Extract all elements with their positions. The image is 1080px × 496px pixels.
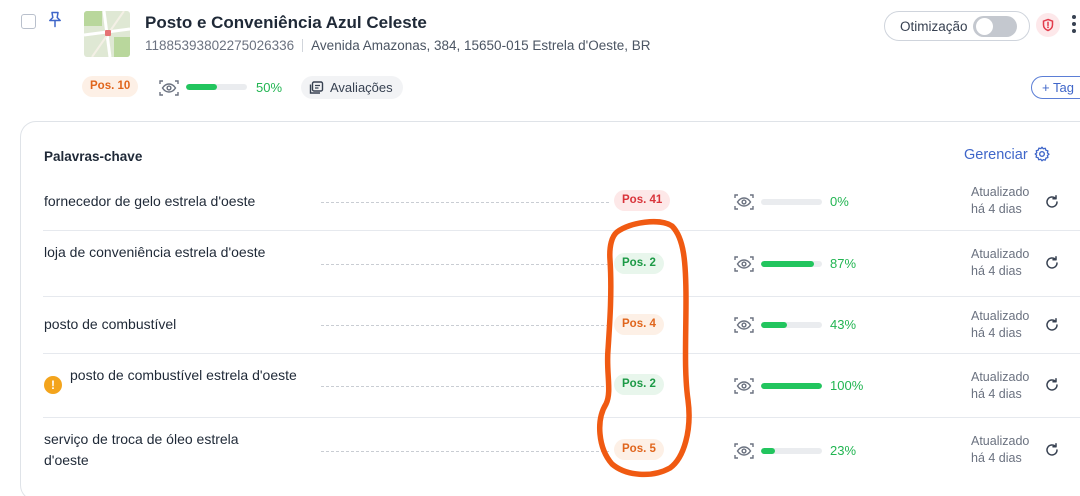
keyword-row: fornecedor de gelo estrela d'oeste Pos. … — [21, 184, 1080, 230]
reviews-icon — [309, 81, 324, 94]
manage-keywords-button[interactable]: Gerenciar — [964, 146, 1050, 163]
visibility-fill — [761, 261, 815, 267]
listing-visibility-fill — [186, 84, 217, 90]
shield-icon[interactable] — [1036, 13, 1060, 37]
listing-visibility-percent: 50% — [256, 80, 283, 95]
eye-icon — [159, 80, 179, 96]
position-badge: Pos. 2 — [614, 374, 664, 395]
eye-icon — [734, 443, 754, 459]
business-subline: 11885393802275026336 Avenida Amazonas, 38… — [145, 38, 650, 53]
updated-label: Atualizado — [971, 309, 1030, 323]
position-badge: Pos. 4 — [614, 314, 664, 335]
visibility-bar — [761, 383, 822, 389]
updated-time: há 4 dias — [971, 326, 1022, 340]
reviews-button[interactable]: Avaliações — [301, 76, 403, 99]
visibility-percent: 100% — [830, 378, 864, 393]
eye-icon — [734, 317, 754, 333]
dashed-connector — [321, 451, 609, 452]
position-badge: Pos. 2 — [614, 253, 664, 274]
business-title[interactable]: Posto e Conveniência Azul Celeste — [145, 13, 427, 33]
visibility-bar — [761, 199, 822, 205]
optimization-toggle-group[interactable]: Otimização — [884, 11, 1030, 41]
updated-label: Atualizado — [971, 434, 1030, 448]
eye-icon — [734, 378, 754, 394]
warning-icon[interactable]: ! — [44, 376, 62, 394]
keyword-row: loja de conveniência estrela d'oeste Pos… — [21, 231, 1080, 297]
listing-visibility-bar — [186, 84, 247, 90]
updated-status: Atualizado há 4 dias — [971, 369, 1029, 403]
gear-icon — [1034, 146, 1050, 162]
add-tag-button[interactable]: + Tag — [1031, 76, 1080, 99]
optimization-label: Otimização — [900, 19, 968, 34]
keyword-text: serviço de troca de óleo estrela d'oeste — [44, 431, 239, 468]
visibility-percent: 23% — [830, 443, 857, 458]
visibility-percent: 87% — [830, 256, 857, 271]
refresh-icon[interactable] — [1044, 317, 1060, 333]
updated-time: há 4 dias — [971, 202, 1022, 216]
keyword-row: serviço de troca de óleo estrela d'oeste… — [21, 418, 1080, 484]
business-address: Avenida Amazonas, 384, 15650-015 Estrela… — [311, 38, 651, 53]
updated-time: há 4 dias — [971, 387, 1022, 401]
eye-icon — [734, 256, 754, 272]
listing-position-badge: Pos. 10 — [82, 76, 139, 97]
visibility-bar — [761, 322, 822, 328]
keywords-title: Palavras-chave — [44, 149, 143, 164]
keyword-text: posto de combustível estrela d'oeste — [70, 367, 297, 383]
position-badge: Pos. 5 — [614, 439, 664, 460]
dashed-connector — [321, 325, 609, 326]
updated-status: Atualizado há 4 dias — [971, 308, 1029, 342]
dashed-connector — [321, 386, 609, 387]
keyword-text: loja de conveniência estrela d'oeste — [44, 244, 266, 260]
updated-time: há 4 dias — [971, 451, 1022, 465]
updated-status: Atualizado há 4 dias — [971, 184, 1029, 218]
dashed-connector — [321, 264, 609, 265]
business-id: 11885393802275026336 — [145, 38, 295, 53]
eye-icon — [734, 194, 754, 210]
optimization-toggle[interactable] — [973, 16, 1017, 37]
keywords-card: Palavras-chave Gerenciar fornecedor de g… — [20, 121, 1080, 496]
refresh-icon[interactable] — [1044, 194, 1060, 210]
refresh-icon[interactable] — [1044, 442, 1060, 458]
toggle-knob — [976, 18, 993, 35]
visibility-percent: 43% — [830, 317, 857, 332]
keyword-row: ! posto de combustível estrela d'oeste P… — [21, 354, 1080, 417]
visibility-bar — [761, 448, 822, 454]
pin-icon[interactable] — [47, 11, 63, 29]
updated-status: Atualizado há 4 dias — [971, 246, 1029, 280]
updated-label: Atualizado — [971, 370, 1030, 384]
visibility-fill — [761, 448, 776, 454]
visibility-bar — [761, 261, 822, 267]
keyword-text: posto de combustível — [44, 316, 177, 332]
updated-label: Atualizado — [971, 247, 1030, 261]
updated-status: Atualizado há 4 dias — [971, 433, 1029, 467]
updated-label: Atualizado — [971, 185, 1030, 199]
keyword-text: fornecedor de gelo estrela d'oeste — [44, 193, 256, 209]
manage-label: Gerenciar — [964, 147, 1028, 163]
refresh-icon[interactable] — [1044, 377, 1060, 393]
updated-time: há 4 dias — [971, 264, 1022, 278]
reviews-label: Avaliações — [330, 80, 393, 95]
visibility-fill — [761, 383, 822, 389]
dashed-connector — [321, 202, 609, 203]
visibility-fill — [761, 322, 788, 328]
keyword-row: posto de combustível Pos. 4 43% Atualiza… — [21, 297, 1080, 353]
divider — [302, 39, 304, 52]
kebab-menu-icon[interactable] — [1071, 15, 1077, 37]
visibility-percent: 0% — [830, 194, 849, 209]
position-badge: Pos. 41 — [614, 190, 671, 211]
refresh-icon[interactable] — [1044, 255, 1060, 271]
select-checkbox[interactable] — [21, 14, 36, 29]
listing-header: Posto e Conveniência Azul Celeste 118853… — [0, 0, 1080, 122]
map-thumbnail[interactable] — [84, 11, 130, 57]
